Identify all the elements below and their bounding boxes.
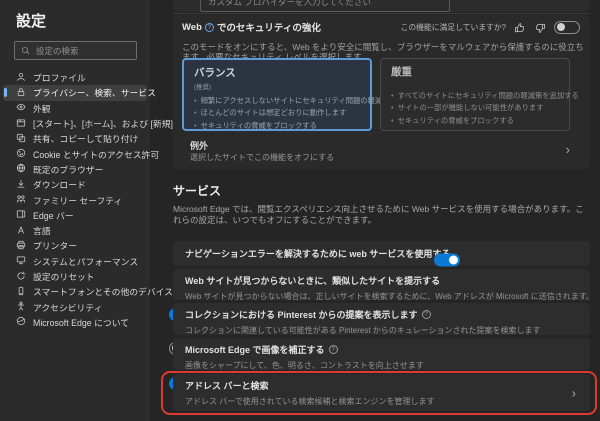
sidebar-item-label: Microsoft Edge について [33, 316, 129, 329]
services-section-description: Microsoft Edge では、閲覧エクスペリエンス向上させるために Web… [173, 204, 592, 226]
info-icon[interactable]: ? [422, 310, 431, 319]
sidebar-item-label: スマートフォンとその他のデバイス [33, 285, 173, 298]
sidebar-item-label: プライバシー、検索、サービス [33, 86, 156, 99]
strict-bullet: サイトの一部が機能しない可能性があります [391, 102, 559, 114]
service-row-title-text: Web サイトが見つからないときに、類似したサイトを提示する [185, 274, 440, 287]
sidebar-item-label: 既定のブラウザー [33, 163, 103, 176]
custom-provider-input[interactable]: カスタム プロバイダーを入力してください [200, 0, 450, 12]
sidebar-item-about-edge[interactable]: Microsoft Edge について [3, 315, 147, 330]
exceptions-title: 例外 [190, 139, 208, 152]
service-row-similar-sites[interactable]: Web サイトが見つからないときに、類似したサイトを提示する Web サイトが見つ… [173, 269, 590, 300]
settings-page-title: 設定 [0, 0, 150, 31]
exceptions-subtitle: 選択したサイトでこの機能をオフにする [190, 152, 334, 163]
help-info-icon[interactable]: ? [205, 23, 214, 32]
balanced-title: バランス [194, 65, 360, 80]
edge-logo-icon [16, 313, 26, 331]
service-row-title-text: ナビゲーションエラーを解決するために web サービスを使用する [185, 247, 450, 260]
balanced-bullets: 頻繁にアクセスしないサイトにセキュリティ問題の軽減策を追加する ほとんどのサイト… [194, 95, 360, 132]
security-section-title: Web ? でのセキュリティの強化 [182, 20, 321, 34]
security-section-header: Web ? でのセキュリティの強化 この機能に満足していますか? [182, 20, 580, 34]
service-row-title: アドレス バーと検索 [185, 379, 590, 392]
toggle-knob [557, 23, 565, 31]
service-row-title-text: コレクションにおける Pinterest からの提案を表示します [185, 308, 418, 321]
chevron-right-icon: › [566, 143, 570, 156]
sidebar-nav: プロファイルプライバシー、検索、サービス外観[スタート]、[ホーム]、および [… [0, 66, 150, 330]
strict-bullets: すべてのサイトにセキュリティ問題の軽減策を追加する サイトの一部が機能しない可能… [391, 90, 559, 127]
balanced-bullet: ほとんどのサイトは想定どおりに動作します [194, 107, 360, 119]
service-row-address-bar-search[interactable]: アドレス バーと検索アドレス バーで使用されている検索候補と検索エンジンを管理し… [173, 374, 590, 411]
previous-section-card: カスタム プロバイダーを入力してください [173, 0, 590, 12]
toggle-knob [449, 255, 458, 264]
service-row-title: Microsoft Edge で画像を補正する? [185, 343, 590, 356]
service-row-subtitle: Web サイトが見つからない場合は、正しいサイトを検索するために、Web アドレ… [185, 291, 590, 302]
service-row-enhance-images[interactable]: Microsoft Edge で画像を補正する? 画像をシャープにして、色、明るさ… [173, 338, 590, 370]
sidebar-item-label: アクセシビリティ [33, 301, 102, 314]
security-title-suffix: でのセキュリティの強化 [217, 20, 321, 34]
service-row-title: コレクションにおける Pinterest からの提案を表示します? [185, 308, 590, 321]
sidebar-item-label: 外観 [33, 102, 51, 115]
strict-bullet: すべてのサイトにセキュリティ問題の軽減策を追加する [391, 90, 559, 102]
sidebar-item-label: Cookie とサイトのアクセス許可 [33, 148, 159, 161]
balanced-bullet: 頻繁にアクセスしないサイトにセキュリティ問題の軽減策を追加する [194, 95, 360, 107]
sidebar-item-label: 言語 [33, 224, 51, 237]
selected-item-indicator [4, 88, 7, 97]
exceptions-row[interactable]: 例外 選択したサイトでこの機能をオフにする › [173, 136, 590, 169]
sidebar-item-label: プリンター [33, 239, 77, 252]
service-row-subtitle: 画像をシャープにして、色、明るさ、コントラストを向上させます [185, 360, 590, 371]
service-row-pinterest-suggestions[interactable]: コレクションにおける Pinterest からの提案を表示します?コレクションに… [173, 303, 590, 335]
settings-sidebar: 設定 設定の検索 プロファイルプライバシー、検索、サービス外観[スタート]、[ホ… [0, 0, 150, 421]
sidebar-item-label: ダウンロード [33, 178, 86, 191]
security-title-prefix: Web [182, 22, 202, 33]
service-row-navigation-error[interactable]: ナビゲーションエラーを解決するために web サービスを使用する [173, 241, 590, 266]
thumbs-up-icon[interactable] [514, 21, 526, 33]
service-row-subtitle: コレクションに関連している可能性がある Pinterest からのキュレーション… [185, 325, 590, 336]
sidebar-item-label: プロファイル [33, 71, 86, 84]
strict-title: 厳重 [391, 64, 559, 79]
feedback-cluster: この機能に満足していますか? [401, 21, 580, 34]
sidebar-item-label: [スタート]、[ホーム]、および [新規] タブ [33, 117, 193, 130]
chevron-right-icon: › [572, 386, 576, 399]
security-level-balanced-card[interactable]: バランス (推奨) 頻繁にアクセスしないサイトにセキュリティ問題の軽減策を追加す… [182, 58, 372, 131]
search-placeholder: 設定の検索 [36, 45, 79, 57]
thumbs-down-icon[interactable] [534, 21, 546, 33]
settings-search-box[interactable]: 設定の検索 [14, 41, 137, 60]
info-icon[interactable]: ? [329, 345, 338, 354]
sidebar-item-label: 共有、コピーして貼り付け [33, 132, 138, 145]
services-section-title: サービス [173, 182, 221, 199]
balanced-bullet: セキュリティの脅威をブロックする [194, 120, 360, 132]
balanced-recommended-badge: (推奨) [194, 81, 360, 91]
toggle-switch-on[interactable] [434, 253, 460, 266]
service-row-subtitle: アドレス バーで使用されている検索候補と検索エンジンを管理します [185, 396, 590, 407]
strict-bullet: セキュリティの脅威をブロックする [391, 115, 559, 127]
web-security-section: Web ? でのセキュリティの強化 この機能に満足していますか? このモードをオ… [173, 15, 590, 169]
search-icon [21, 42, 30, 60]
sidebar-item-label: 設定のリセット [33, 270, 95, 283]
security-level-strict-card[interactable]: 厳重 すべてのサイトにセキュリティ問題の軽減策を追加する サイトの一部が機能しな… [380, 58, 570, 131]
service-row-title: ナビゲーションエラーを解決するために web サービスを使用する [185, 247, 450, 260]
custom-provider-placeholder: カスタム プロバイダーを入力してください [208, 0, 371, 8]
edge-settings-window: 設定 設定の検索 プロファイルプライバシー、検索、サービス外観[スタート]、[ホ… [0, 0, 600, 421]
sidebar-item-label: システムとパフォーマンス [33, 255, 138, 268]
feedback-question: この機能に満足していますか? [401, 22, 506, 33]
service-row-title: Web サイトが見つからないときに、類似したサイトを提示する [185, 274, 590, 287]
sidebar-item-label: Edge バー [33, 209, 74, 222]
sidebar-item-label: ファミリー セーフティ [33, 194, 122, 207]
section-divider [173, 13, 590, 14]
service-row-title-text: Microsoft Edge で画像を補正する [185, 343, 325, 356]
security-feature-toggle[interactable] [554, 21, 580, 34]
service-row-title-text: アドレス バーと検索 [185, 379, 269, 392]
